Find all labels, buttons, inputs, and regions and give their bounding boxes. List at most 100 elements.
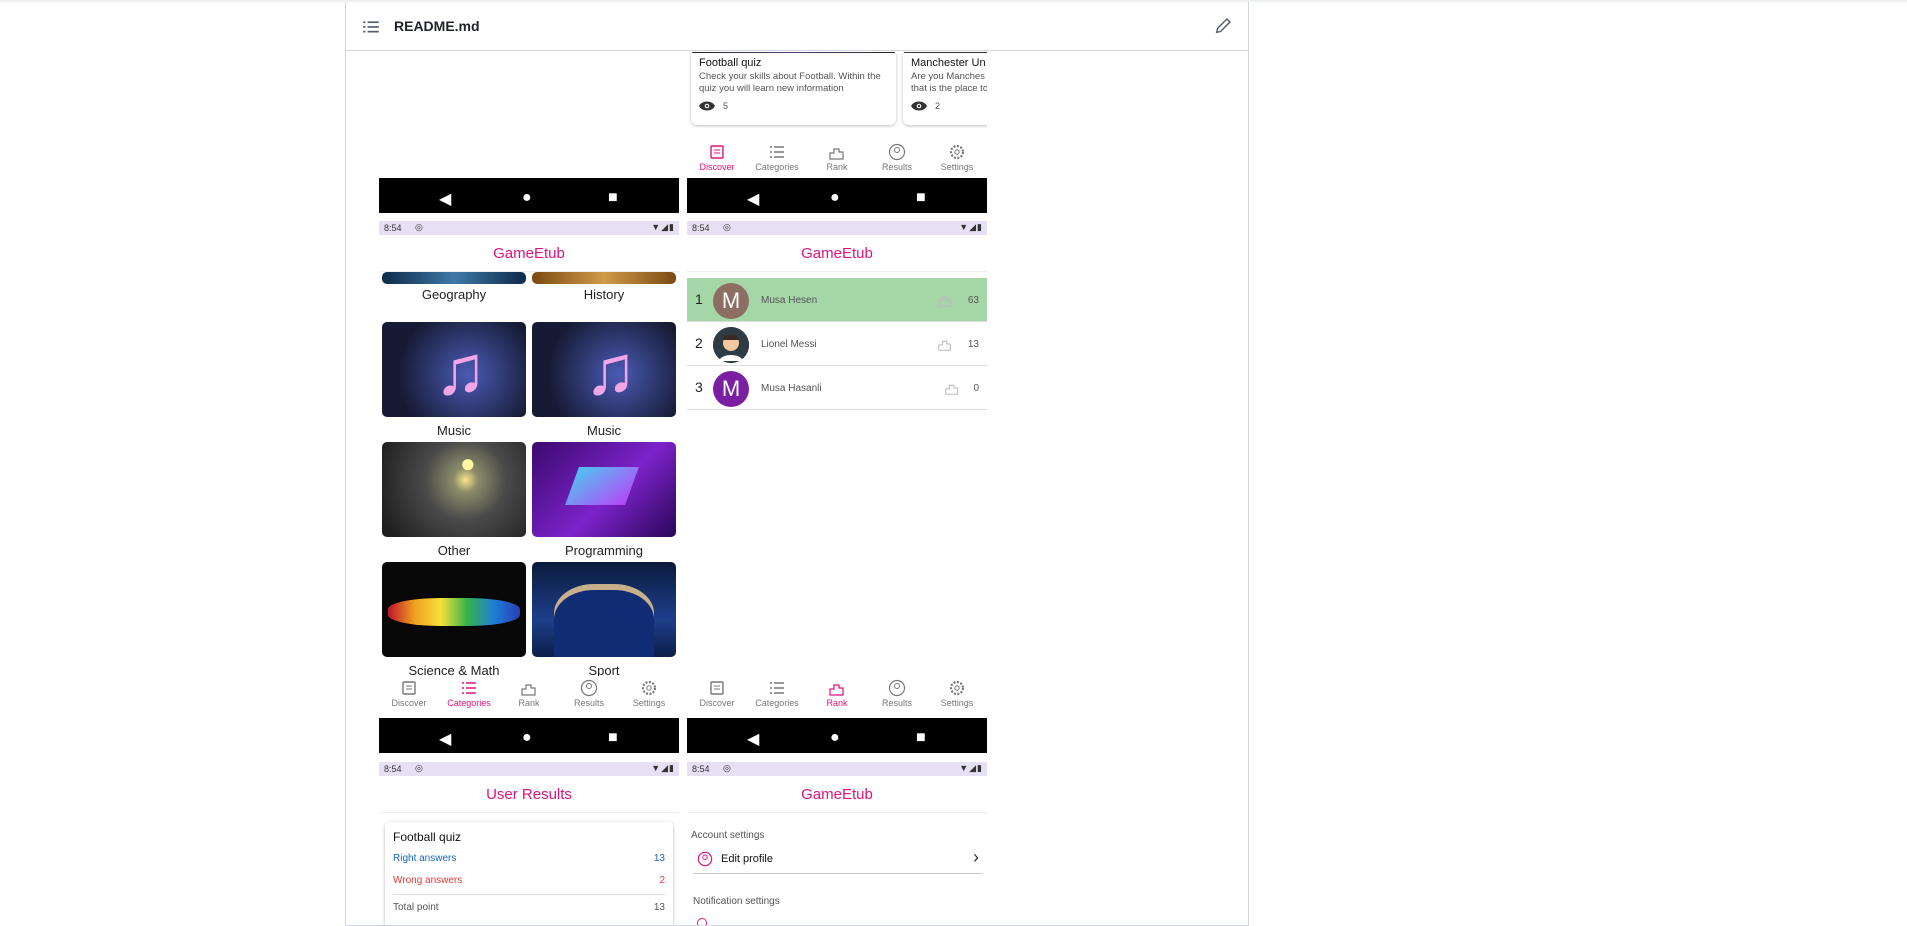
rank-row[interactable]: 1 M Musa Hesen 63 [687,278,987,322]
quiz-card-description: Check your skills about Football. Within… [699,71,881,94]
nav-categories[interactable]: Categories [439,676,499,716]
players-silhouette [554,584,654,657]
nav-settings[interactable]: Settings [619,676,679,716]
podium-icon [829,148,844,160]
avatar [713,327,749,363]
home-icon[interactable]: ● [522,729,532,747]
total-point-value: 13 [653,902,665,913]
result-card[interactable]: Football quiz Right answers 13 Wrong ans… [385,822,673,925]
sync-icon: ◎ [723,763,731,773]
category-tile-other[interactable]: ● Other [382,442,526,558]
nav-results[interactable]: Results [867,140,927,180]
laptop-icon [565,467,639,505]
total-point-label: Total point [393,902,439,913]
rank-row[interactable]: 2 Lionel Messi 13 [687,322,987,366]
android-nav-bar: ◀ ● ■ [687,718,987,753]
nav-discover[interactable]: Discover [687,140,747,180]
status-bar: 8:54 ◎ ▼◢▮ [379,221,679,235]
right-answers-label: Right answers [393,853,457,864]
android-nav-bar: ◀ ● ■ [379,178,679,213]
eye-icon [911,101,927,111]
rank-row[interactable]: 3 M Musa Hasanli 0 [687,366,987,410]
nav-results[interactable]: Results [867,676,927,716]
results-screen: 8:54 ◎ ▼◢▮ User Results Football quiz Ri… [379,762,679,925]
nav-rank[interactable]: Rank [807,676,867,716]
readme-header: README.md [346,2,1248,51]
back-icon[interactable]: ◀ [439,189,451,209]
recents-icon[interactable]: ■ [608,189,618,207]
outline-list-icon[interactable] [362,18,380,36]
quiz-card-football[interactable]: Football quiz Check your skills about Fo… [691,52,896,125]
category-tile-programming[interactable]: Programming [532,442,676,558]
category-tile-music[interactable]: ♫ Music [382,322,526,438]
nav-discover[interactable]: Discover [687,676,747,716]
status-bar: 8:54 ◎ ▼◢▮ [687,762,987,776]
account-circle-icon [888,679,906,697]
result-quiz-title: Football quiz [393,830,462,844]
discover-icon [402,681,416,695]
home-icon[interactable]: ● [830,189,840,207]
back-icon[interactable]: ◀ [747,189,759,209]
back-icon[interactable]: ◀ [439,729,451,749]
recents-icon[interactable]: ■ [608,729,618,747]
nav-rank[interactable]: Rank [499,676,559,716]
discover-icon [710,145,724,159]
category-tile-sport[interactable]: Sport [532,562,676,678]
account-circle-icon [580,679,598,697]
lightbulb-icon: ● [460,448,476,478]
pencil-edit-icon[interactable] [1214,17,1232,35]
rank-screen: 8:54 ◎ ▼◢▮ GameEtub 1 M Musa Hesen 63 2 … [687,221,987,760]
home-icon[interactable]: ● [522,189,532,207]
category-tile-history[interactable]: History [532,272,676,302]
bottom-navigation: Discover Categories Rank Results Setting… [379,676,679,716]
wrong-answers-value: 2 [659,875,665,886]
nav-rank[interactable]: Rank [807,140,867,180]
bottom-navigation: Discover Categories Rank Results Setting… [687,140,987,180]
status-icons: ▼◢▮ [651,763,675,773]
nav-settings[interactable]: Settings [927,140,987,180]
recents-icon[interactable]: ■ [916,729,926,747]
gear-icon [641,680,657,696]
back-icon[interactable]: ◀ [747,729,759,749]
quiz-card-description: Are you Manches that is the place to [911,71,987,94]
app-title: GameEtub [379,235,679,272]
music-note-icon: ♫ [434,331,487,409]
nav-categories[interactable]: Categories [747,140,807,180]
home-icon[interactable]: ● [830,729,840,747]
nav-categories[interactable]: Categories [747,676,807,716]
sync-icon: ◎ [415,763,423,773]
list-icon [770,682,784,694]
edit-profile-row[interactable]: Edit profile › [693,844,983,874]
right-answers-value: 13 [653,853,665,864]
status-bar: 8:54 ◎ ▼◢▮ [379,762,679,776]
status-icons: ▼◢▮ [651,222,675,232]
podium-icon [944,380,960,399]
category-tile-science-math[interactable]: Science & Math [382,562,526,678]
gear-icon [949,680,965,696]
categories-screen: 8:54 ◎ ▼◢▮ GameEtub Geography History ♫ … [379,221,679,760]
nav-results[interactable]: Results [559,676,619,716]
eye-icon [699,101,715,111]
discover-icon [710,681,724,695]
status-bar: 8:54 ◎ ▼◢▮ [687,221,987,235]
nav-settings[interactable]: Settings [927,676,987,716]
nav-discover[interactable]: Discover [379,676,439,716]
podium-icon [829,684,844,696]
category-tile-geography[interactable]: Geography [382,272,526,302]
bell-icon [697,918,707,925]
category-tile-music[interactable]: ♫ Music [532,322,676,438]
wrong-answers-label: Wrong answers [393,875,463,886]
status-icons: ▼◢▮ [959,222,983,232]
chevron-right-icon: › [973,847,979,867]
android-nav-bar: ◀ ● ■ [379,718,679,753]
notification-settings-header: Notification settings [693,896,780,907]
list-icon [462,682,476,694]
quiz-card-title: Manchester Un [911,57,986,69]
quiz-card-manchester[interactable]: Manchester Un Are you Manches that is th… [903,52,987,125]
podium-icon [521,684,536,696]
bottom-navigation: Discover Categories Rank Results Setting… [687,676,987,716]
status-icons: ▼◢▮ [959,763,983,773]
readme-file-name: README.md [394,18,480,34]
recents-icon[interactable]: ■ [916,189,926,207]
edit-profile-label: Edit profile [721,853,773,865]
